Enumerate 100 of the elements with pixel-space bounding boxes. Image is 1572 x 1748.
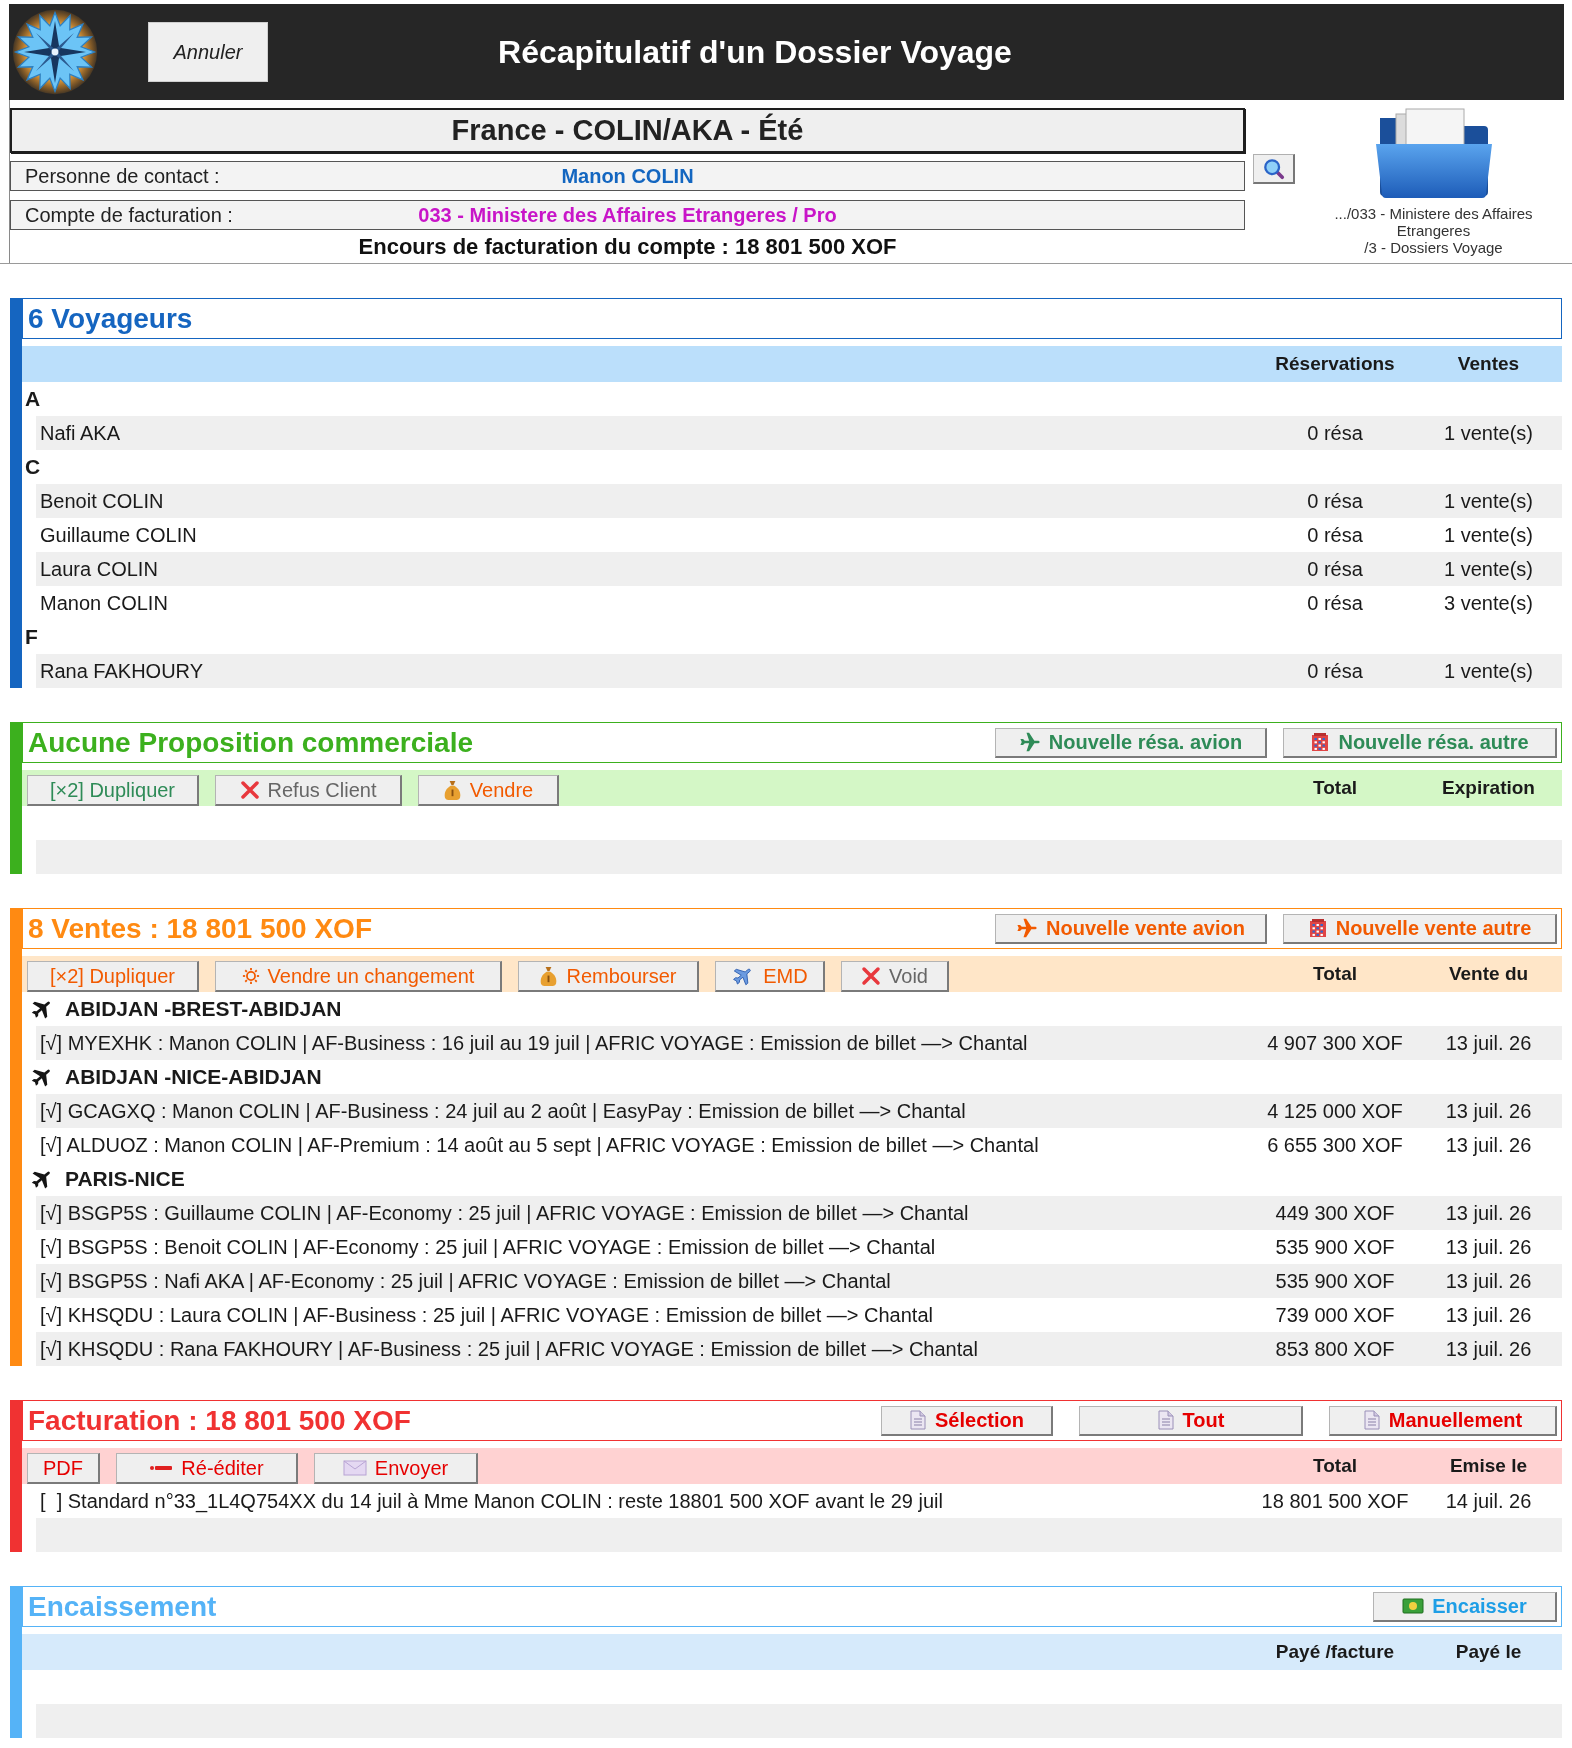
money-bag-icon <box>539 965 559 987</box>
column-header: Payé /facture <box>1275 1641 1395 1663</box>
invoice-date: 14 juil. 26 <box>1445 1489 1532 1513</box>
billing-account-label: Compte de facturation : <box>24 203 233 227</box>
folder-icon <box>1373 108 1494 200</box>
reservation-count: 0 résa <box>1307 591 1363 615</box>
route-title: ABIDJAN -NICE-ABIDJAN <box>65 1065 322 1089</box>
traveller-name: Rana FAKHOURY <box>39 659 204 683</box>
section-title: Encaissement <box>28 1590 217 1623</box>
sale-description: [√] KHSQDU : Laura COLIN | AF-Business : 25 juil | AFRIC VOYAGE : Emission de billet —> Chantal <box>39 1303 933 1327</box>
section-title: Facturation : 18 801 500 XOF <box>28 1404 411 1437</box>
column-header: Emise le <box>1449 1455 1528 1477</box>
search-button[interactable] <box>1253 154 1295 184</box>
traveller-name: Manon COLIN <box>39 591 168 615</box>
traveller-name: Laura COLIN <box>39 557 158 581</box>
folder-path-text: Etrangeres <box>1396 222 1471 239</box>
manual-invoice-button[interactable]: Manuellement <box>1329 1405 1557 1436</box>
dossier-title: France - COLIN/AKA - Été <box>10 108 1245 153</box>
sale-date: 13 juil. 26 <box>1445 1235 1532 1259</box>
duplicate-button[interactable]: [×2] Dupliquer <box>27 775 199 806</box>
sale-date: 13 juil. 26 <box>1445 1303 1532 1327</box>
emd-button[interactable]: EMD <box>715 961 825 992</box>
traveller-name: Benoit COLIN <box>39 489 164 513</box>
sale-total: 4 125 000 XOF <box>1267 1099 1403 1123</box>
void-button[interactable]: Void <box>841 961 949 992</box>
sale-description: [√] MYEXHK : Manon COLIN | AF-Business : 16 juil au 19 juil | AFRIC VOYAGE : Emission de billet —> Chantal <box>39 1031 1028 1055</box>
sale-date: 13 juil. 26 <box>1445 1099 1532 1123</box>
compass-star-logo-icon <box>12 9 98 95</box>
sale-total: 6 655 300 XOF <box>1267 1133 1403 1157</box>
sale-date: 13 juil. 26 <box>1445 1269 1532 1293</box>
airplane-icon <box>1016 918 1038 938</box>
contact-person-label: Personne de contact : <box>24 164 220 188</box>
section-title: Aucune Proposition commerciale <box>28 726 473 759</box>
new-other-button[interactable]: Nouvelle résa. autre <box>1283 727 1557 758</box>
section-title: 6 Voyageurs <box>28 302 193 335</box>
sale-description: [√] KHSQDU : Rana FAKHOURY | AF-Business : 25 juil | AFRIC VOYAGE : Emission de billet —> Chantal <box>39 1337 978 1361</box>
sales-count: 1 vente(s) <box>1444 489 1533 513</box>
duplicate-button[interactable]: [×2] Dupliquer <box>27 961 199 992</box>
folder-path-text: .../033 - Ministere des Affaires <box>1334 205 1533 222</box>
sale-description: [√] BSGP5S : Guillaume COLIN | AF-Economy : 25 juil | AFRIC VOYAGE : Emission de billet —> Chantal <box>39 1201 969 1225</box>
sale-total: 449 300 XOF <box>1275 1201 1395 1225</box>
pdf-button[interactable]: PDF <box>27 1453 100 1484</box>
reissue-button[interactable]: Ré-éditer <box>116 1453 298 1484</box>
search-icon <box>1262 157 1285 180</box>
document-icon <box>1362 1410 1381 1430</box>
sales-count: 3 vente(s) <box>1444 591 1533 615</box>
group-letter: C <box>25 455 41 479</box>
collect-payment-button[interactable]: Encaisser <box>1373 1591 1557 1622</box>
column-header: Total <box>1313 1455 1357 1477</box>
section-title: 8 Ventes : 18 801 500 XOF <box>28 912 372 945</box>
folder-path-text: /3 - Dossiers Voyage <box>1364 239 1503 256</box>
column-header: Total <box>1313 777 1357 799</box>
invoice-total: 18 801 500 XOF <box>1261 1489 1409 1513</box>
document-icon <box>1156 1410 1175 1430</box>
column-header: Ventes <box>1457 353 1520 375</box>
sale-date: 13 juil. 26 <box>1445 1133 1532 1157</box>
route-title: PARIS-NICE <box>65 1167 185 1191</box>
cross-icon <box>861 966 882 986</box>
cross-icon <box>239 780 260 800</box>
column-header: Total <box>1313 963 1357 985</box>
sale-description: [√] BSGP5S : Benoit COLIN | AF-Economy : 25 juil | AFRIC VOYAGE : Emission de billet —> Chantal <box>39 1235 936 1259</box>
contact-person-value: Manon COLIN <box>561 164 694 188</box>
new-other-button[interactable]: Nouvelle vente autre <box>1283 913 1557 944</box>
new-flight-button[interactable]: Nouvelle résa. avion <box>995 727 1267 758</box>
sales-count: 1 vente(s) <box>1444 557 1533 581</box>
reservation-count: 0 résa <box>1307 421 1363 445</box>
sale-total: 535 900 XOF <box>1275 1269 1395 1293</box>
sale-total: 4 907 300 XOF <box>1267 1031 1403 1055</box>
sell-change-button[interactable]: Vendre un changement <box>215 961 502 992</box>
airplane-icon <box>1018 732 1041 752</box>
traveller-name: Guillaume COLIN <box>39 523 197 547</box>
sale-date: 13 juil. 26 <box>1445 1201 1532 1225</box>
invoice-all-button[interactable]: Tout <box>1079 1405 1303 1436</box>
sales-count: 1 vente(s) <box>1444 659 1533 683</box>
refund-button[interactable]: Rembourser <box>518 961 699 992</box>
money-bag-icon <box>442 779 462 801</box>
new-flight-button[interactable]: Nouvelle vente avion <box>995 913 1267 944</box>
cancel-button[interactable]: Annuler <box>148 22 268 82</box>
sale-description: [√] GCAGXQ : Manon COLIN | AF-Business : 24 juil au 2 août | EasyPay : Emission de billet —> Chantal <box>39 1099 966 1123</box>
sale-total: 535 900 XOF <box>1275 1235 1395 1259</box>
reservation-count: 0 résa <box>1307 659 1363 683</box>
send-button[interactable]: Envoyer <box>314 1453 478 1484</box>
envelope-icon <box>342 1460 367 1476</box>
column-header: Réservations <box>1275 353 1395 375</box>
selection-invoice-button[interactable]: Sélection <box>881 1405 1053 1436</box>
sale-description: [√] ALDUOZ : Manon COLIN | AF-Premium : 14 août au 5 sept | AFRIC VOYAGE : Emission de billet —> Chantal <box>39 1133 1039 1157</box>
sale-total: 853 800 XOF <box>1275 1337 1395 1361</box>
sell-button[interactable]: Vendre <box>418 775 559 806</box>
column-header: Payé le <box>1455 1641 1522 1663</box>
window-title: Récapitulatif d'un Dossier Voyage <box>497 33 1013 71</box>
outstanding-balance: Encours de facturation du compte : 18 801 500 XOF <box>358 233 897 260</box>
traveller-name: Nafi AKA <box>39 421 121 445</box>
sale-total: 739 000 XOF <box>1275 1303 1395 1327</box>
group-letter: A <box>25 387 41 411</box>
column-header: Vente du <box>1448 963 1529 985</box>
gear-icon <box>241 967 260 985</box>
building-icon <box>1307 918 1328 938</box>
invoice-description: [ ] Standard n°33_1L4Q754XX du 14 juil à Mme Manon COLIN : reste 18801 500 XOF avant le 29 juil <box>39 1489 943 1513</box>
billing-account-value: 033 - Ministere des Affaires Etrangeres / Pro <box>418 203 837 227</box>
refuse-button[interactable]: Refus Client <box>215 775 402 806</box>
